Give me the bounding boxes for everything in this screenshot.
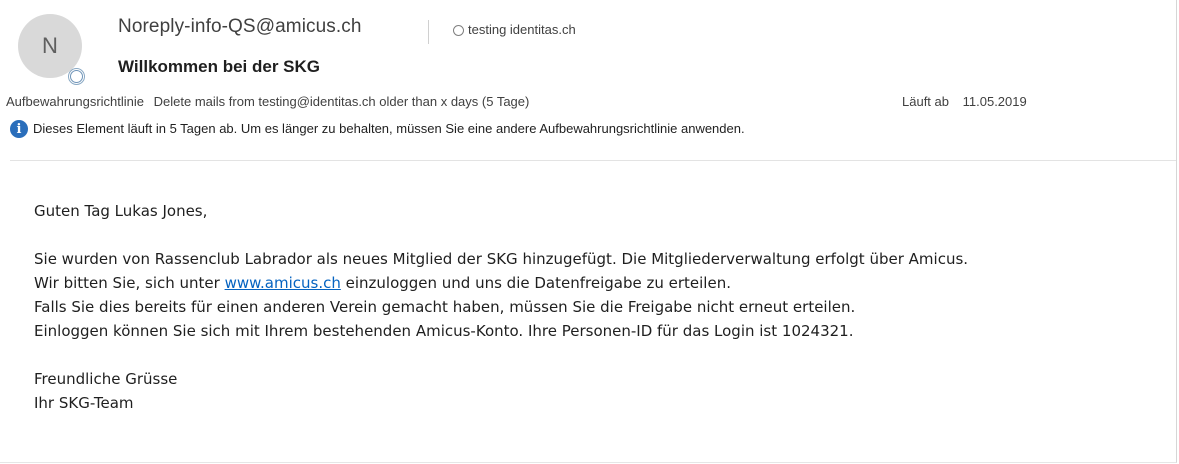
sender-address[interactable]: Noreply-info-QS@amicus.ch	[118, 16, 362, 38]
email-body: Guten Tag Lukas Jones, Sie wurden von Ra…	[34, 199, 1164, 415]
amicus-link[interactable]: www.amicus.ch	[225, 274, 341, 292]
header-divider	[10, 160, 1176, 161]
retention-label: Aufbewahrungsrichtlinie	[6, 94, 145, 109]
info-bar-text: Dieses Element läuft in 5 Tagen ab. Um e…	[33, 121, 745, 136]
header-separator	[428, 20, 429, 44]
expiry-info: Läuft ab 11.05.2019	[902, 94, 1027, 109]
recipient-presence-icon	[453, 25, 464, 36]
info-icon: i	[10, 120, 28, 138]
expires-date: 11.05.2019	[962, 94, 1027, 109]
body-paragraph-2-after: einzuloggen und uns die Datenfreigabe zu…	[340, 274, 731, 292]
email-reading-pane: N Noreply-info-QS@amicus.ch testing iden…	[0, 0, 1177, 463]
signature: Ihr SKG-Team	[34, 394, 134, 412]
body-paragraph-4: Einloggen können Sie sich mit Ihrem best…	[34, 322, 854, 340]
body-paragraph-2-before: Wir bitten Sie, sich unter	[34, 274, 225, 292]
retention-policy-row: Aufbewahrungsrichtlinie Delete mails fro…	[6, 94, 529, 109]
retention-policy-value: Delete mails from testing@identitas.ch o…	[153, 94, 530, 109]
greeting: Guten Tag Lukas Jones,	[34, 202, 208, 220]
closing: Freundliche Grüsse	[34, 370, 178, 388]
body-paragraph-3: Falls Sie dies bereits für einen anderen…	[34, 298, 856, 316]
email-subject: Willkommen bei der SKG	[118, 57, 320, 76]
body-paragraph-1: Sie wurden von Rassenclub Labrador als n…	[34, 250, 969, 268]
expires-label: Läuft ab	[902, 94, 949, 109]
presence-status-icon	[68, 68, 85, 85]
avatar-initial: N	[42, 33, 58, 58]
recipient-name[interactable]: testing identitas.ch	[468, 22, 576, 37]
body-paragraph-2: Wir bitten Sie, sich unter www.amicus.ch…	[34, 271, 1164, 295]
